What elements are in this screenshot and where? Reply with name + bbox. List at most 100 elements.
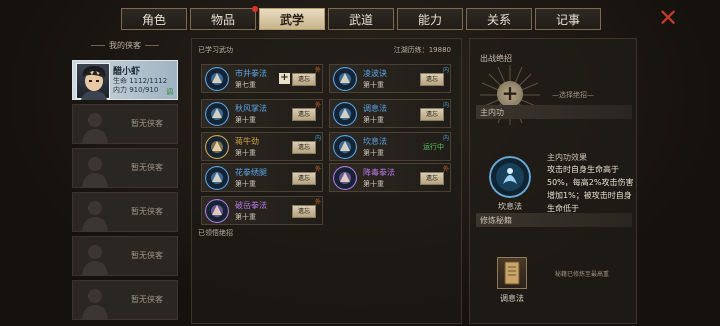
tab-label: 关系 — [486, 12, 511, 27]
skill-card[interactable]: 花拳绣腿 第十重外遗忘 — [201, 163, 323, 192]
experience-stat: 江湖历练：19880 — [393, 46, 451, 54]
skill-name: 调息法 — [363, 104, 387, 113]
skill-card[interactable]: 坎息法 第十重 内运行中 — [329, 132, 451, 161]
skill-level: 第十重 — [363, 116, 384, 124]
empty-slot[interactable]: 暂无侠客 — [72, 192, 178, 232]
tab-label: 能力 — [417, 12, 442, 27]
empty-slot[interactable]: 暂无侠客 — [72, 280, 178, 320]
silhouette-icon — [82, 289, 108, 319]
hero-tag: 调 — [166, 88, 173, 96]
inner-effect-text: 攻击时自身生命高于50%，每高2%攻击伤害增加1%；被攻击时自身生命低于 — [547, 165, 634, 213]
add-ultimate-button[interactable]: + — [497, 81, 523, 107]
avatar — [76, 63, 110, 100]
forget-button[interactable]: 遗忘 — [292, 141, 316, 154]
skills-header: 已学习武功 — [198, 46, 233, 54]
hero-slot[interactable]: 醋小虾 生命 1112/1112 内力 910/910 调 — [72, 60, 178, 100]
scroll-book-icon — [504, 261, 520, 285]
book-icon[interactable] — [497, 257, 527, 289]
inner-skill-name: 坎息法 — [498, 202, 522, 211]
tab-label: 记事 — [555, 12, 580, 27]
skill-icon — [205, 135, 229, 159]
skill-level: 第十重 — [235, 213, 256, 221]
running-status: 运行中 — [423, 143, 444, 151]
inner-title: 主内功 — [480, 108, 504, 117]
forget-button[interactable]: 遗忘 — [292, 172, 316, 185]
tab-bar: 角色 物品 武学 武道 能力 关系 记事 — [121, 6, 601, 32]
forget-button[interactable]: 遗忘 — [420, 172, 444, 185]
tab-items[interactable]: 物品 — [190, 6, 258, 30]
tab-journal[interactable]: 记事 — [535, 8, 601, 30]
forget-button[interactable]: 遗忘 — [420, 108, 444, 121]
skill-icon — [205, 102, 229, 126]
empty-slot-label: 暂无侠客 — [131, 207, 163, 216]
skill-level: 第十重 — [363, 180, 384, 188]
skill-name: 凌波诀 — [363, 69, 387, 78]
hero-face-icon — [81, 66, 107, 100]
book-name: 调息法 — [500, 294, 524, 303]
notify-dot — [252, 6, 258, 12]
skill-name: 市井拳法 — [235, 69, 267, 78]
ultimate-header: 已领悟绝招 — [198, 229, 233, 237]
close-icon[interactable]: ✕ — [657, 6, 679, 30]
tab-label: 武学 — [279, 12, 304, 27]
roster-panel: 我的侠客 醋小虾 生命 1112/1112 内力 910/910 调 暂无侠客 … — [70, 38, 180, 324]
forget-button[interactable]: 遗忘 — [292, 73, 316, 86]
skill-level: 第十重 — [363, 149, 384, 157]
tab-martial-arts[interactable]: 武学 — [259, 8, 325, 30]
skill-level: 第十重 — [235, 180, 256, 188]
skill-type-tag: 内 — [442, 135, 449, 142]
tab-label: 角色 — [141, 12, 166, 27]
book-title: 修炼秘籍 — [480, 216, 512, 225]
empty-slot-label: 暂无侠客 — [131, 163, 163, 172]
skill-card[interactable]: 降毒拳法 第十重外遗忘 — [329, 163, 451, 192]
empty-slot-label: 暂无侠客 — [131, 295, 163, 304]
roster-title: 我的侠客 — [70, 40, 180, 51]
silhouette-icon — [82, 157, 108, 187]
skill-card[interactable]: 调息法 第十重内遗忘 — [329, 99, 451, 128]
skill-icon — [333, 166, 357, 190]
skill-icon — [333, 67, 357, 91]
tab-character[interactable]: 角色 — [121, 8, 187, 30]
skill-icon — [205, 199, 229, 223]
skill-icon — [205, 166, 229, 190]
forget-button[interactable]: 遗忘 — [292, 108, 316, 121]
skill-level: 第十重 — [235, 149, 256, 157]
empty-slot[interactable]: 暂无侠客 — [72, 148, 178, 188]
skill-icon — [333, 102, 357, 126]
skills-panel: 已学习武功 江湖历练：19880 市井拳法 第七重外遗忘 + 凌波诀 第十重内遗忘 秋风掌… — [191, 38, 462, 324]
silhouette-icon — [82, 113, 108, 143]
inner-effect-title: 主内功效果 — [547, 153, 587, 162]
skill-icon — [333, 135, 357, 159]
skill-icon — [205, 67, 229, 91]
hero-mp: 内力 910/910 — [113, 86, 159, 94]
skill-name: 降毒拳法 — [363, 168, 395, 177]
tab-label: 武道 — [348, 12, 373, 27]
tab-martial-way[interactable]: 武道 — [328, 8, 394, 30]
skill-card[interactable]: 秋风掌法 第十重外遗忘 — [201, 99, 323, 128]
book-hint: 秘籍已修炼至最高重 — [555, 271, 610, 278]
tab-ability[interactable]: 能力 — [397, 8, 463, 30]
empty-slot-label: 暂无侠客 — [131, 119, 163, 128]
inner-skill-icon[interactable] — [489, 156, 531, 198]
skill-card[interactable]: 破岳拳法 第十重外遗忘 — [201, 196, 323, 225]
silhouette-icon — [82, 201, 108, 231]
skill-level: 第七重 — [235, 81, 256, 89]
forget-button[interactable]: 遗忘 — [420, 73, 444, 86]
empty-slot[interactable]: 暂无侠客 — [72, 236, 178, 276]
select-ultimate-hint: —选择绝招— — [552, 91, 594, 99]
skill-name: 蒋牛劲 — [235, 137, 259, 146]
empty-slot[interactable]: 暂无侠客 — [72, 104, 178, 144]
skill-name: 秋风掌法 — [235, 104, 267, 113]
skill-card[interactable]: 蒋牛劲 第十重内遗忘 — [201, 132, 323, 161]
tab-relations[interactable]: 关系 — [466, 8, 532, 30]
skill-name: 花拳绣腿 — [235, 168, 267, 177]
skill-card[interactable]: 市井拳法 第七重外遗忘 + — [201, 64, 323, 93]
empty-slot-label: 暂无侠客 — [131, 251, 163, 260]
detail-panel: 出战绝招 + —选择绝招— 主内功 坎息法 主内功效果 攻击时自身生命高于50%… — [469, 38, 637, 324]
forget-button[interactable]: 遗忘 — [292, 205, 316, 218]
skill-level: 第十重 — [235, 116, 256, 124]
plus-icon[interactable]: + — [279, 73, 290, 84]
tab-label: 物品 — [210, 12, 235, 27]
skill-level: 第十重 — [363, 81, 384, 89]
skill-card[interactable]: 凌波诀 第十重内遗忘 — [329, 64, 451, 93]
